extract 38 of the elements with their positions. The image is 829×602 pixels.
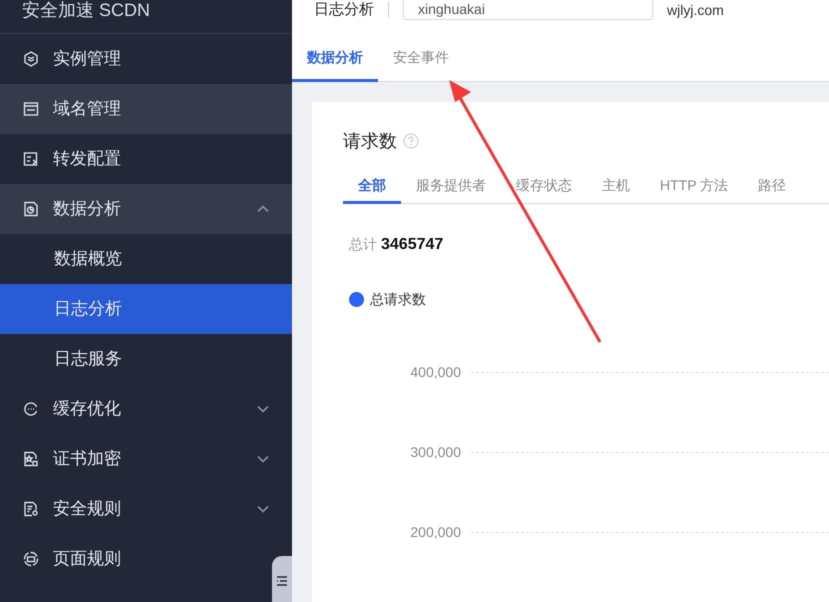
subtab[interactable]: 主机 xyxy=(587,169,645,204)
axis-label: 400,000 xyxy=(409,363,461,382)
tab[interactable]: 安全事件 xyxy=(378,36,464,82)
axis-label: 200,000 xyxy=(409,523,461,542)
menu-item[interactable]: 缓存优化 xyxy=(0,384,272,434)
rule-document-icon xyxy=(23,501,39,517)
layers-icon xyxy=(23,51,39,67)
menu-item[interactable]: 实例管理 xyxy=(0,34,272,84)
menu-item[interactable]: 安全规则 xyxy=(0,484,272,534)
submenu-item[interactable]: 日志服务 xyxy=(0,334,292,384)
subtab[interactable]: 缓存状态 xyxy=(501,169,587,204)
total-value: 3465747 xyxy=(381,235,444,255)
menu-item[interactable]: 页面规则 xyxy=(0,534,272,584)
subtab[interactable]: HTTP 方法 xyxy=(645,169,744,204)
menu-item[interactable]: 转发配置 xyxy=(0,134,272,184)
subtab[interactable]: 服务提供者 xyxy=(401,169,501,204)
subtab[interactable]: 全部 xyxy=(343,169,401,204)
subtab[interactable]: 路径 xyxy=(743,169,802,204)
chart-document-icon xyxy=(23,201,39,217)
menu-item[interactable]: 域名管理 xyxy=(0,84,292,134)
menu-item[interactable]: 证书加密 xyxy=(0,434,272,484)
cache-icon xyxy=(23,401,39,417)
total-label: 总计 xyxy=(349,235,377,254)
collapse-handle[interactable] xyxy=(272,556,292,602)
sidebar-title: 安全加速 SCDN xyxy=(22,0,150,21)
axis-label: 300,000 xyxy=(409,443,461,462)
config-icon xyxy=(23,151,39,167)
submenu-item[interactable]: 数据概览 xyxy=(0,234,292,284)
list-icon xyxy=(276,575,288,587)
domain-text: wjlyj.com xyxy=(667,0,724,20)
card-title: 请求数 xyxy=(343,130,397,152)
window-icon xyxy=(23,101,39,117)
certificate-icon xyxy=(23,451,39,467)
instance-field[interactable]: xinghuakai xyxy=(403,0,653,20)
page-title: 日志分析 xyxy=(314,0,374,20)
submenu-item[interactable]: 日志分析 xyxy=(0,284,292,334)
menu-item[interactable]: 数据分析 xyxy=(0,184,292,234)
legend-label: 总请求数 xyxy=(370,290,426,309)
